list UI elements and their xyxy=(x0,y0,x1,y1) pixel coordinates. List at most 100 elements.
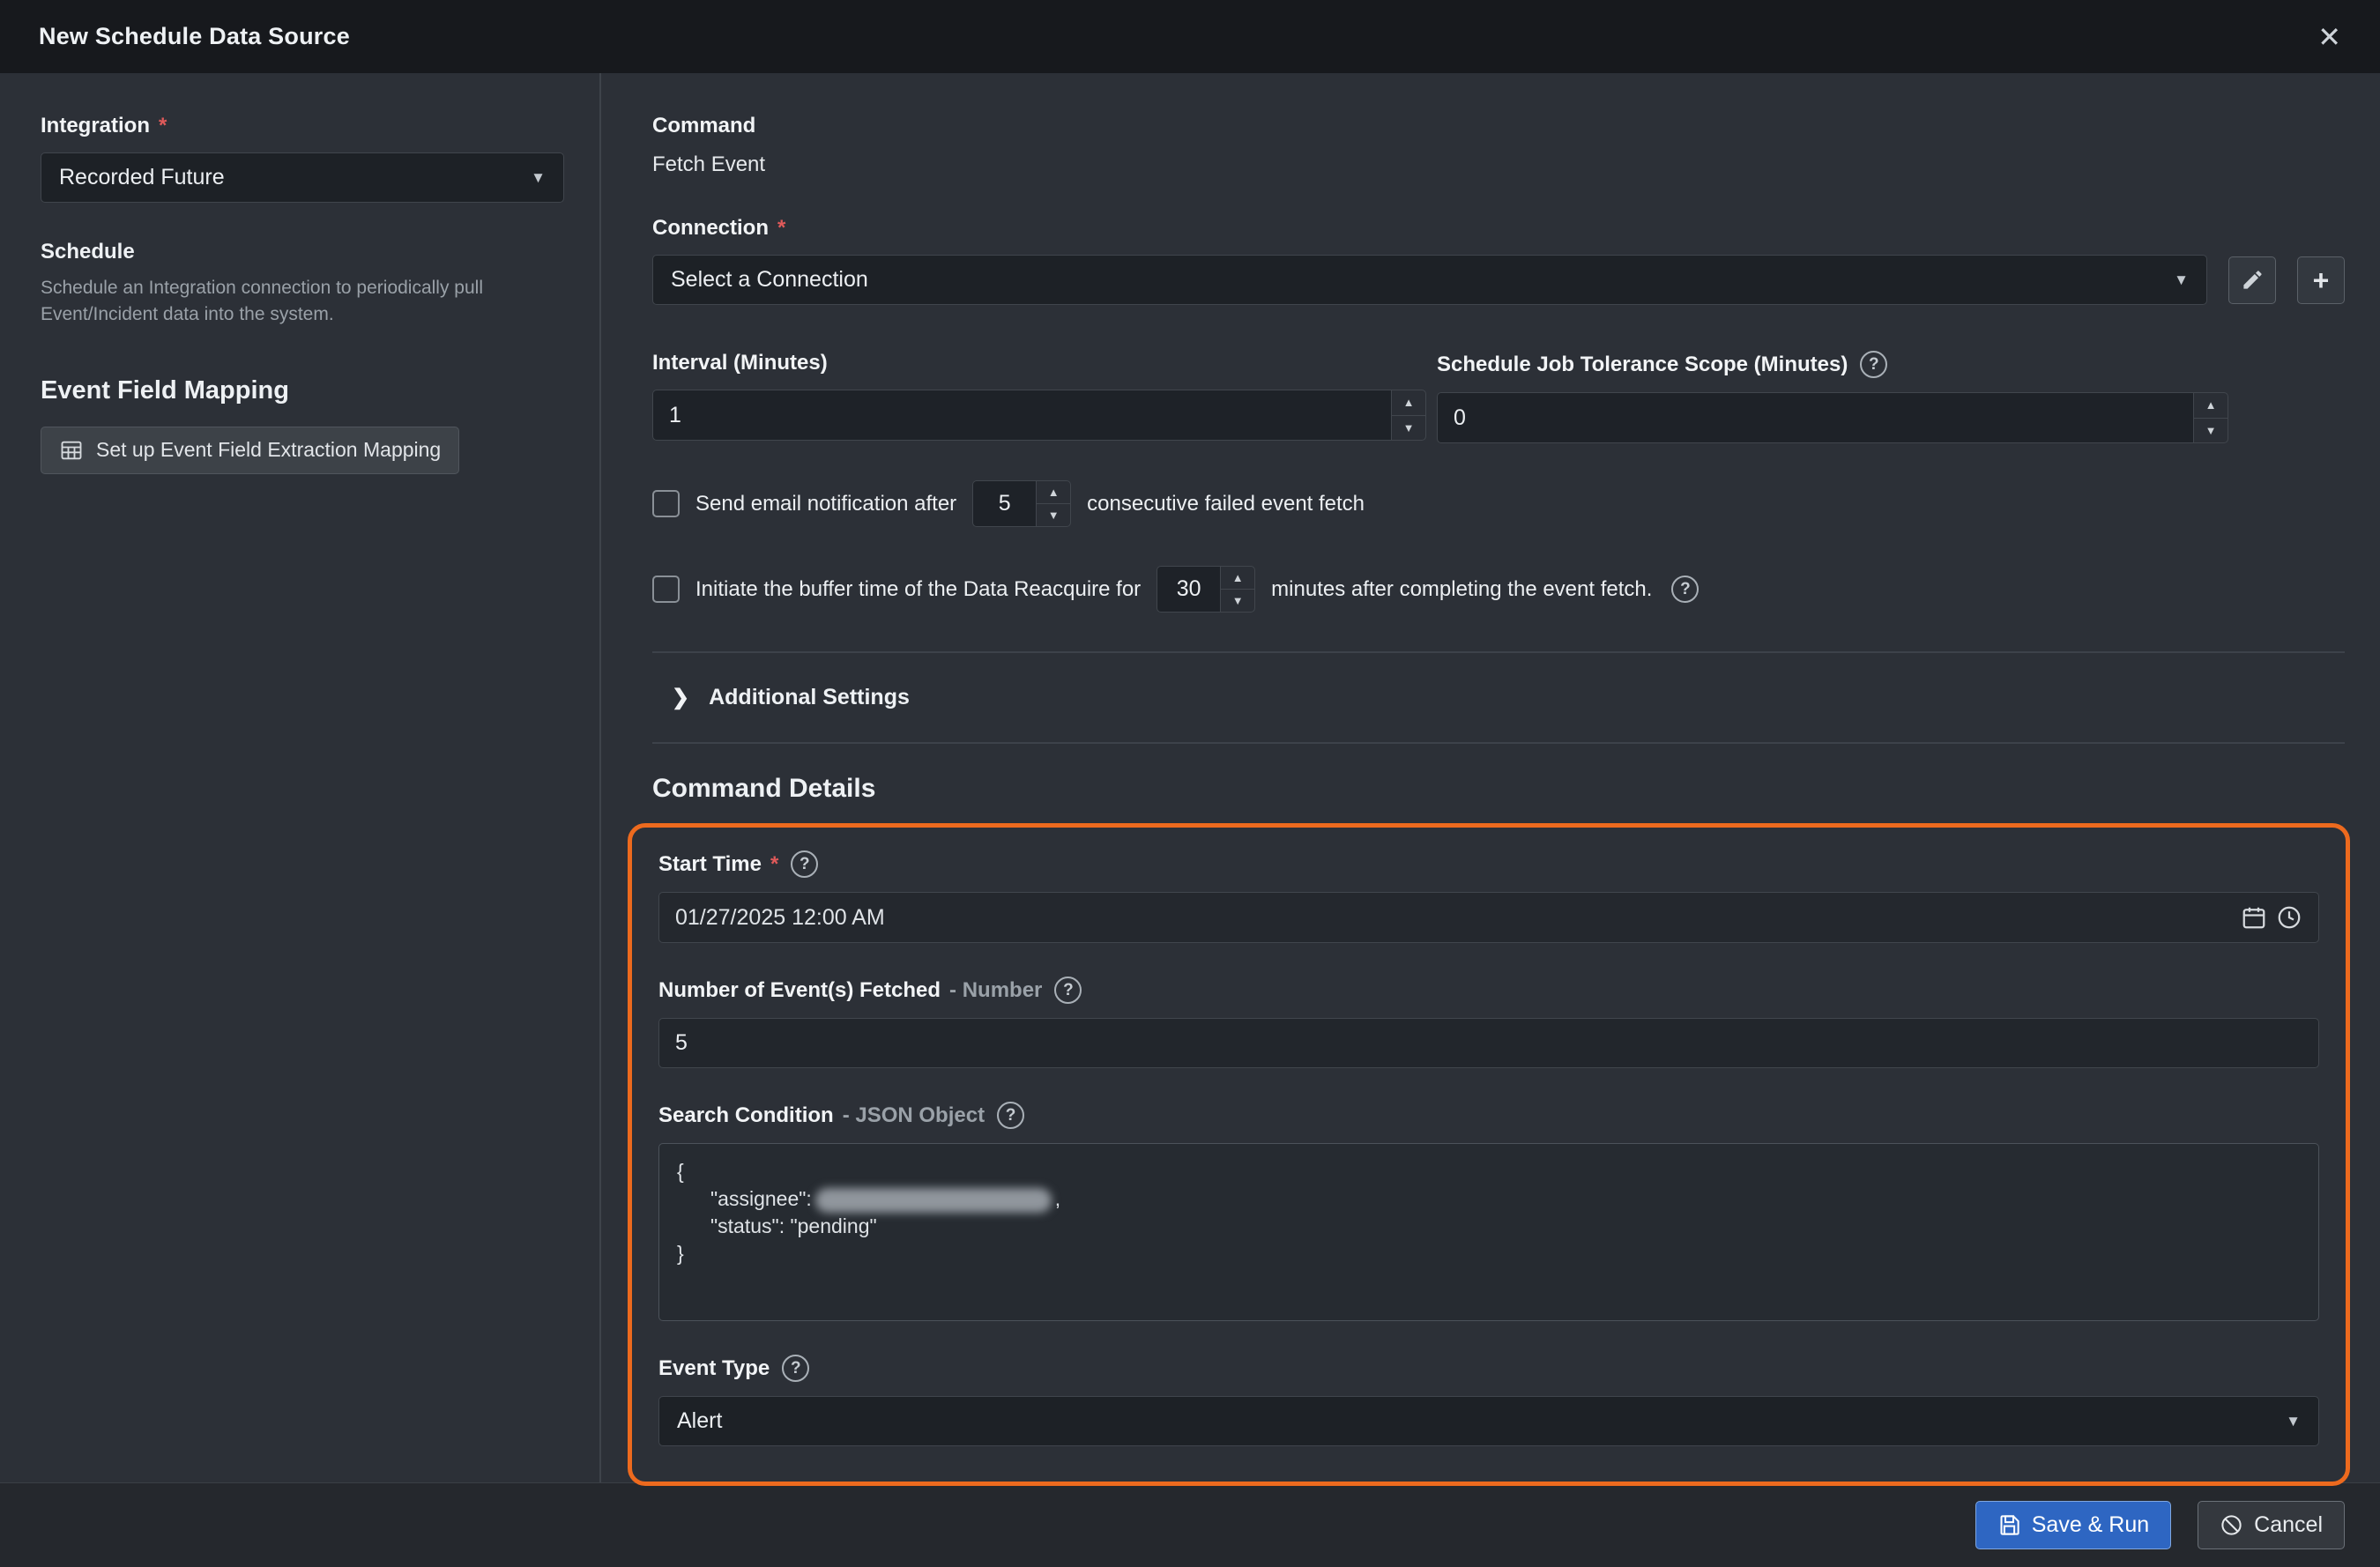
connection-label: Connection * xyxy=(652,216,2345,241)
edit-connection-button[interactable] xyxy=(2228,256,2276,304)
tolerance-input[interactable]: 0 xyxy=(1437,392,2193,443)
mapping-grid-icon xyxy=(59,438,84,463)
connection-placeholder: Select a Connection xyxy=(671,267,868,293)
search-condition-field: Search Condition - JSON Object ? { "assi… xyxy=(658,1102,2319,1321)
email-notification-checkbox[interactable] xyxy=(652,490,680,517)
event-type-label-text: Event Type xyxy=(658,1356,770,1381)
integration-selected-value: Recorded Future xyxy=(59,165,225,190)
buffer-minutes-spinner: ▲ ▼ xyxy=(1220,566,1255,613)
main-panel: Command Fetch Event Connection * Select … xyxy=(601,73,2380,1482)
connection-row: Select a Connection ▼ + xyxy=(652,255,2345,305)
event-type-field: Event Type ? Alert ▼ xyxy=(658,1355,2319,1446)
required-asterisk: * xyxy=(777,216,785,241)
events-fetched-input[interactable]: 5 xyxy=(658,1018,2319,1068)
mapping-button-label: Set up Event Field Extraction Mapping xyxy=(96,438,441,462)
email-notification-suffix: consecutive failed event fetch xyxy=(1087,492,1365,516)
sidebar: Integration * Recorded Future ▼ Schedule… xyxy=(0,73,599,1482)
interval-label: Interval (Minutes) xyxy=(652,351,1426,375)
tolerance-spinner: ▲ ▼ xyxy=(2193,392,2228,443)
clock-icon[interactable] xyxy=(2276,904,2302,931)
interval-field: Interval (Minutes) 1 ▲ ▼ xyxy=(652,351,1426,443)
add-connection-button[interactable]: + xyxy=(2297,256,2345,304)
help-icon[interactable]: ? xyxy=(1860,351,1887,378)
events-fetched-type: - Number xyxy=(949,978,1042,1003)
start-time-label-text: Start Time xyxy=(658,852,762,877)
command-label: Command xyxy=(652,114,2345,138)
help-icon[interactable]: ? xyxy=(782,1355,809,1382)
spinner-up-icon[interactable]: ▲ xyxy=(2194,393,2228,418)
required-asterisk: * xyxy=(770,852,778,877)
chevron-down-icon: ▼ xyxy=(531,169,546,187)
setup-event-field-mapping-button[interactable]: Set up Event Field Extraction Mapping xyxy=(41,427,459,474)
json-line: "status": "pending" xyxy=(677,1213,2301,1240)
help-icon[interactable]: ? xyxy=(1054,977,1082,1004)
tolerance-field: Schedule Job Tolerance Scope (Minutes) ?… xyxy=(1437,351,2228,443)
search-condition-type: - JSON Object xyxy=(843,1103,985,1128)
spinner-up-icon[interactable]: ▲ xyxy=(1392,390,1425,415)
interval-tolerance-row: Interval (Minutes) 1 ▲ ▼ Schedule Job To… xyxy=(652,351,2345,443)
events-fetched-label: Number of Event(s) Fetched - Number ? xyxy=(658,977,2319,1004)
modal-body: Integration * Recorded Future ▼ Schedule… xyxy=(0,73,2380,1482)
json-line: { xyxy=(677,1158,2301,1185)
chevron-right-icon: ❯ xyxy=(672,685,689,710)
search-condition-label: Search Condition - JSON Object ? xyxy=(658,1102,2319,1129)
pencil-icon xyxy=(2241,268,2265,292)
json-assignee-key: "assignee": xyxy=(710,1187,812,1210)
command-details-heading: Command Details xyxy=(652,774,2345,804)
divider xyxy=(652,651,2345,653)
event-type-select[interactable]: Alert ▼ xyxy=(658,1396,2319,1446)
cancel-button[interactable]: Cancel xyxy=(2198,1501,2345,1549)
required-asterisk: * xyxy=(159,114,167,138)
integration-label: Integration * xyxy=(41,114,564,138)
json-line: } xyxy=(677,1240,2301,1267)
spinner-up-icon[interactable]: ▲ xyxy=(1221,567,1254,589)
help-icon[interactable]: ? xyxy=(791,850,818,878)
integration-select[interactable]: Recorded Future ▼ xyxy=(41,152,564,203)
connection-select[interactable]: Select a Connection ▼ xyxy=(652,255,2207,305)
events-fetched-field: Number of Event(s) Fetched - Number ? 5 xyxy=(658,977,2319,1068)
email-notification-prefix: Send email notification after xyxy=(695,492,956,516)
start-time-input[interactable]: 01/27/2025 12:00 AM xyxy=(658,892,2319,943)
interval-spinner: ▲ ▼ xyxy=(1391,390,1426,441)
start-time-field: Start Time * ? 01/27/2025 12:00 AM xyxy=(658,850,2319,943)
modal-footer: Save & Run Cancel xyxy=(0,1482,2380,1567)
additional-settings-toggle[interactable]: ❯ Additional Settings xyxy=(672,685,2345,710)
tolerance-label: Schedule Job Tolerance Scope (Minutes) ? xyxy=(1437,351,2228,378)
event-type-label: Event Type ? xyxy=(658,1355,2319,1382)
help-icon[interactable]: ? xyxy=(1671,576,1699,603)
calendar-icon[interactable] xyxy=(2241,904,2267,931)
search-condition-textarea[interactable]: { "assignee":, "status": "pending" } xyxy=(658,1143,2319,1321)
close-icon[interactable]: ✕ xyxy=(2317,23,2341,51)
event-field-mapping-heading: Event Field Mapping xyxy=(41,376,564,405)
event-type-selected-value: Alert xyxy=(677,1408,722,1434)
email-threshold-input[interactable]: 5 xyxy=(972,480,1036,527)
integration-label-text: Integration xyxy=(41,114,150,138)
buffer-minutes-input[interactable]: 30 xyxy=(1157,566,1220,613)
spinner-down-icon[interactable]: ▼ xyxy=(2194,418,2228,443)
interval-input[interactable]: 1 xyxy=(652,390,1391,441)
spinner-up-icon[interactable]: ▲ xyxy=(1037,481,1070,503)
buffer-time-checkbox[interactable] xyxy=(652,576,680,603)
cancel-icon xyxy=(2220,1513,2243,1537)
save-and-run-button[interactable]: Save & Run xyxy=(1975,1501,2171,1549)
help-icon[interactable]: ? xyxy=(997,1102,1024,1129)
additional-settings-label: Additional Settings xyxy=(709,685,910,710)
start-time-value: 01/27/2025 12:00 AM xyxy=(675,905,885,931)
spinner-down-icon[interactable]: ▼ xyxy=(1221,589,1254,612)
spinner-down-icon[interactable]: ▼ xyxy=(1392,415,1425,441)
buffer-time-suffix: minutes after completing the event fetch… xyxy=(1271,577,1652,602)
chevron-down-icon: ▼ xyxy=(2286,1413,2301,1430)
schedule-heading: Schedule xyxy=(41,240,564,264)
chevron-down-icon: ▼ xyxy=(2174,271,2189,289)
redacted-value xyxy=(815,1188,1052,1213)
email-threshold-spinner: ▲ ▼ xyxy=(1036,480,1071,527)
email-notification-row: Send email notification after 5 ▲ ▼ cons… xyxy=(652,480,2345,527)
command-value: Fetch Event xyxy=(652,152,2345,177)
save-and-run-label: Save & Run xyxy=(2032,1512,2149,1538)
events-fetched-label-text: Number of Event(s) Fetched xyxy=(658,978,941,1003)
spinner-down-icon[interactable]: ▼ xyxy=(1037,503,1070,526)
connection-label-text: Connection xyxy=(652,216,769,241)
json-assignee-comma: , xyxy=(1055,1187,1060,1210)
start-time-label: Start Time * ? xyxy=(658,850,2319,878)
cancel-label: Cancel xyxy=(2254,1512,2323,1538)
